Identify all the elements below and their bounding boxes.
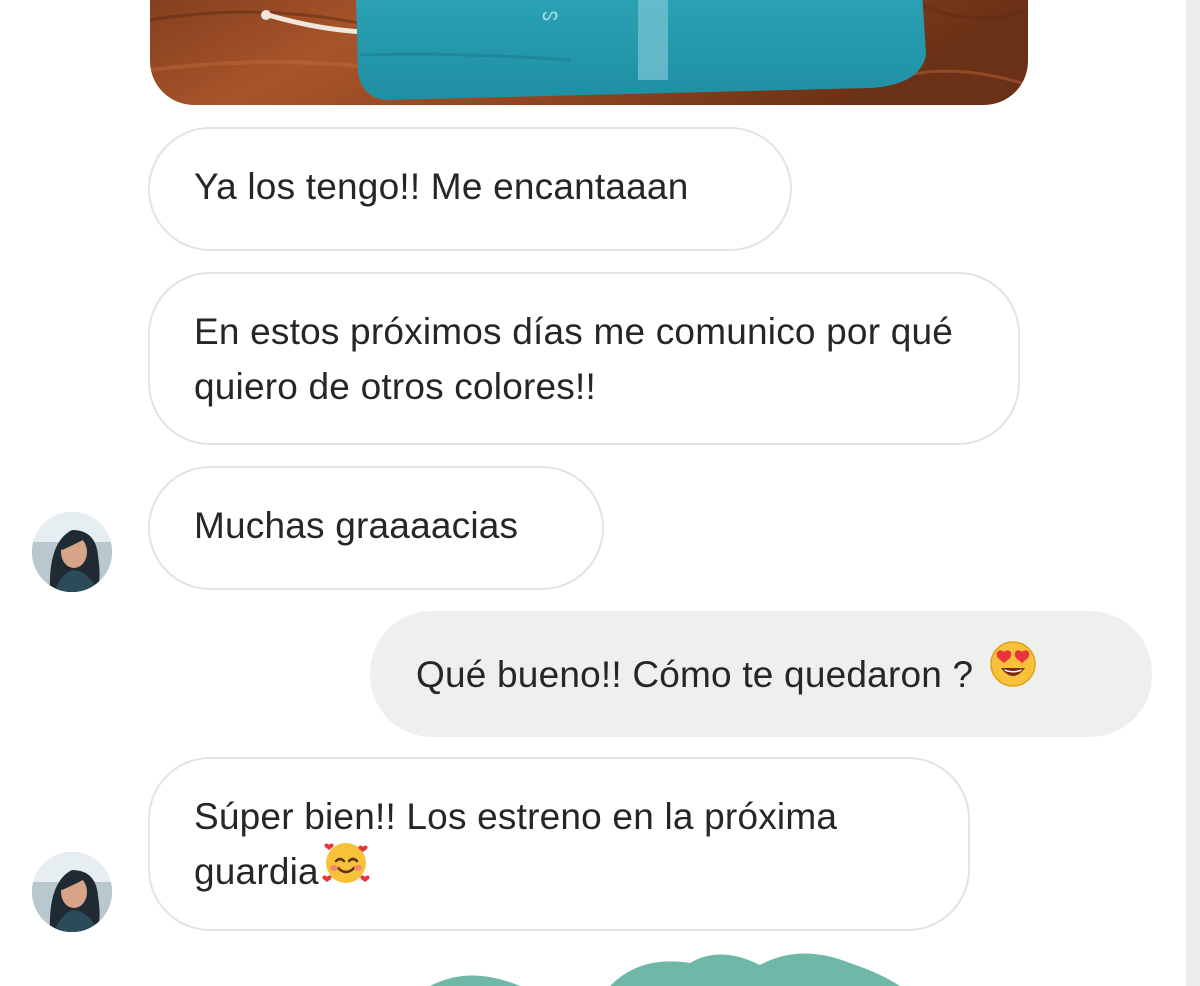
scroll-edge: [1186, 0, 1200, 986]
smiling-face-with-hearts-emoji-icon: [321, 837, 371, 902]
shared-photo[interactable]: ᔕ: [150, 0, 1028, 105]
message-text: Ya los tengo!! Me encantaaan: [194, 166, 689, 207]
contact-avatar[interactable]: [32, 512, 112, 592]
contact-avatar[interactable]: [32, 852, 112, 932]
avatar-photo-icon: [32, 512, 112, 592]
message-text: Qué bueno!! Cómo te quedaron ?: [416, 653, 974, 695]
incoming-message[interactable]: Muchas graaaacias: [148, 466, 604, 590]
incoming-message[interactable]: En estos próximos días me comunico por q…: [148, 272, 1020, 445]
heart-eyes-emoji-icon: [989, 640, 1037, 703]
incoming-message[interactable]: Ya los tengo!! Me encantaaan: [148, 127, 792, 251]
avatar-photo-icon: [32, 852, 112, 932]
incoming-message[interactable]: Súper bien!! Los estreno en la próxima g…: [148, 757, 970, 931]
outgoing-message[interactable]: Qué bueno!! Cómo te quedaron ?: [370, 611, 1152, 737]
message-text: Muchas graaaacias: [194, 505, 519, 546]
message-text: En estos próximos días me comunico por q…: [194, 311, 954, 407]
svg-text:ᔕ: ᔕ: [542, 4, 558, 25]
decorative-shapes: [430, 953, 900, 986]
message-text: Súper bien!! Los estreno en la próxima g…: [194, 796, 838, 892]
